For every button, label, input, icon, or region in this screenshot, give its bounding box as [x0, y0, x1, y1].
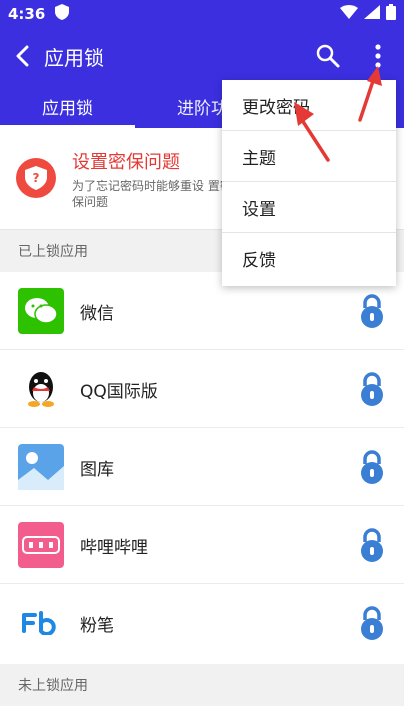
signal-icon [364, 5, 380, 23]
app-name: 粉笔 [80, 615, 114, 636]
tab-app-lock[interactable]: 应用锁 [0, 84, 135, 128]
back-button[interactable] [0, 28, 44, 84]
app-name: 哔哩哔哩 [80, 537, 148, 558]
search-button[interactable] [314, 42, 342, 70]
menu-item-change-password[interactable]: 更改密码 [222, 80, 396, 131]
lock-icon[interactable] [357, 372, 387, 406]
status-bar: 4:36 [0, 0, 404, 28]
search-icon [316, 44, 340, 68]
status-time: 4:36 [8, 5, 46, 23]
shield-status-icon [55, 4, 70, 24]
bilibili-icon [18, 522, 64, 568]
app-row-bilibili[interactable]: 哔哩哔哩 [0, 506, 404, 584]
app-name: 图库 [80, 459, 114, 480]
battery-icon [386, 4, 396, 24]
gallery-icon [18, 444, 64, 490]
more-vert-icon [375, 44, 381, 68]
app-name: QQ国际版 [80, 381, 158, 402]
wechat-icon [18, 288, 64, 334]
qq-icon [18, 366, 64, 412]
lock-icon[interactable] [357, 528, 387, 562]
lock-icon[interactable] [357, 294, 387, 328]
menu-item-theme[interactable]: 主题 [222, 131, 396, 182]
app-row-gallery[interactable]: 图库 [0, 428, 404, 506]
lock-icon[interactable] [357, 606, 387, 640]
app-row-fenbi[interactable]: 粉笔 [0, 584, 404, 662]
app-bar: 应用锁 [0, 28, 404, 84]
shield-question-icon: ? [16, 158, 56, 198]
menu-item-settings[interactable]: 设置 [222, 182, 396, 233]
lock-icon[interactable] [357, 450, 387, 484]
security-question-title: 设置密保问题 [72, 152, 180, 173]
svg-text:?: ? [33, 171, 40, 185]
unlocked-apps-header: 未上锁应用 [0, 664, 404, 706]
app-name: 微信 [80, 303, 114, 324]
fenbi-icon [18, 600, 64, 646]
security-question-description: 为了忘记密码时能够重设 置密保问题 [72, 179, 232, 209]
wifi-icon [340, 5, 358, 23]
overflow-menu: 更改密码 主题 设置 反馈 [222, 80, 396, 286]
back-arrow-icon [16, 45, 29, 67]
app-row-qq[interactable]: QQ国际版 [0, 350, 404, 428]
page-title: 应用锁 [44, 45, 104, 70]
menu-item-feedback[interactable]: 反馈 [222, 233, 396, 284]
more-options-button[interactable] [368, 42, 388, 70]
